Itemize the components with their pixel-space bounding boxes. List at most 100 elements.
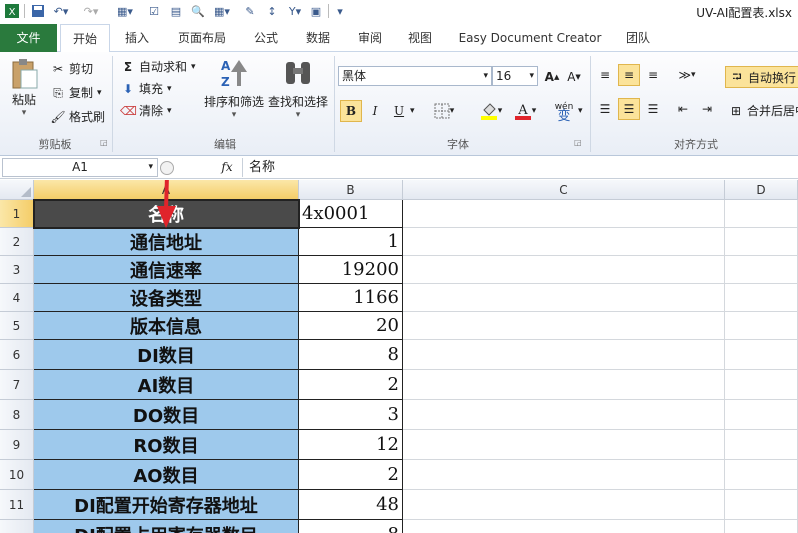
svg-text:Z: Z [221,75,230,89]
alignment-group-label: 对齐方式 [674,138,718,151]
paste-label: 粘贴 [11,93,36,107]
find-select-button[interactable]: 查找和选择 ▾ [266,56,330,120]
font-size-value: 16 [496,69,512,83]
find-select-label: 查找和选择 [267,95,328,109]
clear-button[interactable]: ⌫ 清除 ▾ [120,102,172,119]
grow-font-icon[interactable]: A ▲ [541,66,563,88]
merge-cells-icon: ⊞ [730,103,742,118]
increase-indent-icon[interactable]: ⇥ [696,98,718,120]
paint-bucket-icon [480,103,497,120]
sort-icon[interactable]: ↕ [264,3,280,19]
formula-input[interactable]: 名称 [242,158,798,177]
wrap-text-label: 自动换行 [748,70,797,85]
save-icon[interactable] [30,3,46,19]
autosum-label: 自动求和 [139,60,188,74]
sort-az-icon: AZ [221,59,247,89]
insert-function-icon[interactable]: fx [214,158,240,177]
spelling-icon[interactable]: ☑ [146,3,162,19]
clear-label: 清除 [139,104,164,118]
customize-toolbar-icon[interactable]: ▾ [332,3,348,19]
format-painter-button[interactable]: 🖌 格式刷 [50,108,105,125]
phonetic-dropdown-icon[interactable]: ▾ [578,106,583,116]
cut-button[interactable]: ✂ 剪切 [50,60,93,77]
clipboard-launcher-icon[interactable]: ◲ [100,138,108,147]
paste-button[interactable]: 粘贴 ▾ [6,56,42,118]
tab-file[interactable]: 文件 [0,24,57,52]
undo-icon[interactable]: ↶▾ [50,3,72,19]
underline-dropdown-icon[interactable]: ▾ [410,106,415,116]
font-name-value: 黑体 [342,69,367,83]
table-icon[interactable]: ▤ [168,3,184,19]
clear-dropdown-icon[interactable]: ▾ [167,106,172,116]
worksheet-grid[interactable]: A B C D 1名称4x00012通信地址13通信速率192004设备类型11… [0,180,798,533]
macro-icon[interactable]: ▣ [308,3,324,19]
copy-dropdown-icon[interactable]: ▾ [97,88,102,98]
window-title: UV-AI配置表.xlsx [696,6,792,20]
font-name-select[interactable]: 黑体 ▾ [338,66,492,86]
tab-insert[interactable]: 插入 [114,24,160,52]
tab-home[interactable]: 开始 [60,24,110,53]
border-button[interactable]: ▾ [428,100,460,122]
tab-page-layout[interactable]: 页面布局 [170,24,234,52]
align-bottom-icon[interactable]: ≡ [642,64,664,86]
align-right-icon[interactable]: ☰ [642,98,664,120]
underline-button[interactable]: U [388,100,410,122]
tab-data[interactable]: 数据 [296,24,340,52]
tab-formulas[interactable]: 公式 [244,24,288,52]
font-launcher-icon[interactable]: ◲ [574,138,582,147]
autosum-button[interactable]: Σ 自动求和 ▾ [120,58,196,75]
svg-text:A: A [517,103,528,118]
tab-review[interactable]: 审阅 [348,24,392,52]
sort-filter-dropdown-icon[interactable]: ▾ [202,110,266,120]
font-size-dropdown-icon[interactable]: ▾ [529,67,534,85]
svg-text:A: A [221,59,231,73]
tab-team[interactable]: 团队 [618,24,658,52]
font-color-button[interactable]: A ▾ [510,100,540,122]
shrink-font-icon[interactable]: A ▼ [563,66,585,88]
merge-center-button[interactable]: ⊞ 合并后居中 [728,102,798,119]
wrap-text-icon: ⮒ [732,70,742,84]
font-size-select[interactable]: 16 ▾ [492,66,538,86]
redo-icon[interactable]: ↷▾ [80,3,102,19]
brush-icon: 🖌 [50,109,66,124]
align-center-icon[interactable]: ☰ [618,98,640,120]
title-bar: X ↶▾ ↷▾ ▦▾ ☑ ▤ 🔍 ▦▾ ✎ ↕ Y▾ ▣ ▾ UV-AI配置表.… [0,0,798,24]
name-box[interactable]: A1 ▾ [2,158,158,177]
italic-button[interactable]: I [364,100,386,122]
phonetic-button[interactable]: wén 变 [550,98,578,126]
name-box-dropdown-icon[interactable]: ▾ [148,159,153,176]
clipboard-group-label: 剪贴板 [38,138,72,151]
print-preview-icon[interactable]: 🔍 [190,3,206,19]
paste-dropdown-icon[interactable]: ▾ [6,108,42,118]
font-name-dropdown-icon[interactable]: ▾ [483,67,488,85]
wrap-text-button[interactable]: ⮒ 自动换行 [725,66,798,88]
tab-easy-document-creator[interactable]: Easy Document Creator [456,24,604,52]
bold-button[interactable]: B [340,100,362,122]
filter-icon[interactable]: Y▾ [284,3,306,19]
tab-view[interactable]: 视图 [398,24,442,52]
borders-icon[interactable]: ▦▾ [210,3,234,19]
font-color-icon: A [514,103,531,120]
annotation-arrow-icon [157,180,176,228]
border-icon [434,103,450,119]
eraser-icon: ⌫ [120,103,137,118]
sort-filter-button[interactable]: AZ 排序和筛选 ▾ [202,56,266,120]
formula-bar-resize-handle[interactable] [160,161,174,175]
align-left-icon[interactable]: ☰ [594,98,616,120]
scissors-icon: ✂ [52,61,64,76]
excel-logo-icon: X [4,3,20,19]
decrease-indent-icon[interactable]: ⇤ [672,98,694,120]
autosum-dropdown-icon[interactable]: ▾ [191,62,196,72]
paste-icon [12,59,38,89]
fill-dropdown-icon[interactable]: ▾ [167,84,172,94]
paint-icon[interactable]: ✎ [242,3,258,19]
cut-label: 剪切 [69,62,94,76]
orientation-icon[interactable]: ≫ ▾ [672,64,702,86]
form-icon[interactable]: ▦▾ [114,3,136,19]
align-middle-icon[interactable]: ≡ [618,64,640,86]
fill-button[interactable]: ⬇ 填充 ▾ [120,80,172,97]
find-select-dropdown-icon[interactable]: ▾ [266,110,330,120]
fill-color-button[interactable]: ▾ [474,100,508,122]
copy-button[interactable]: ⎘ 复制 ▾ [50,84,102,101]
align-top-icon[interactable]: ≡ [594,64,616,86]
